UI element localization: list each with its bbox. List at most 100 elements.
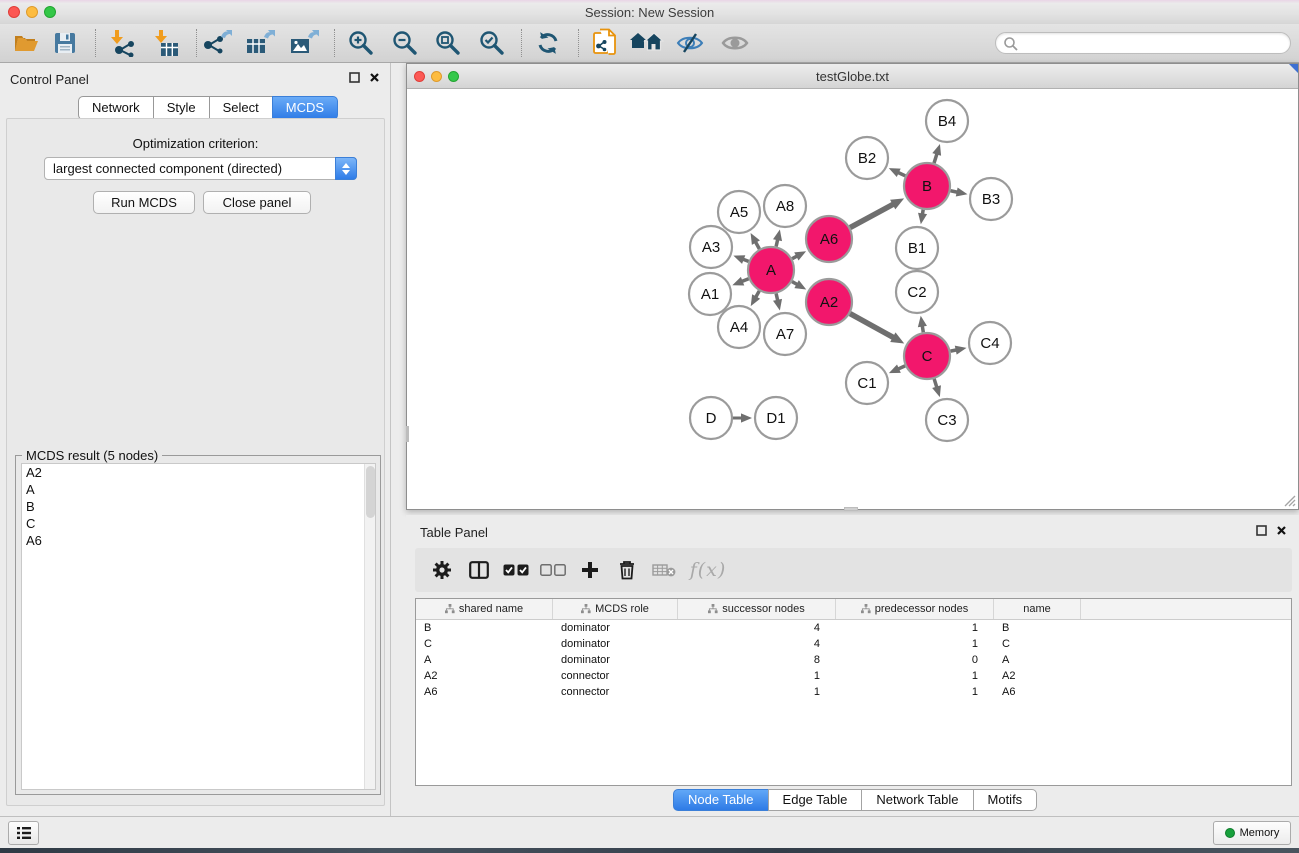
search-input[interactable]	[1022, 34, 1282, 52]
table-cell[interactable]: 0	[836, 652, 994, 668]
table-cell[interactable]: A	[416, 652, 553, 668]
table-cell[interactable]: connector	[553, 668, 678, 684]
save-session-icon[interactable]	[48, 27, 82, 59]
deselect-all-icon[interactable]	[534, 552, 571, 588]
criterion-dropdown[interactable]: largest connected component (directed)	[44, 157, 357, 180]
zoom-fit-icon[interactable]	[431, 27, 465, 59]
graph-edge[interactable]	[934, 153, 937, 163]
resize-grip-icon[interactable]	[1282, 493, 1296, 507]
tab-mcds[interactable]: MCDS	[272, 96, 338, 120]
close-panel-icon[interactable]	[1276, 525, 1287, 536]
table-cell[interactable]: B	[994, 620, 1081, 636]
task-history-button[interactable]	[8, 821, 39, 845]
table-cell[interactable]: B	[416, 620, 553, 636]
float-panel-icon[interactable]	[349, 72, 360, 83]
column-layout-icon[interactable]	[460, 552, 497, 588]
network-canvas[interactable]: B4B2BB3A5A8A6B1A3AA1C2A2A4A7C4CC1C3DD1	[407, 89, 1298, 509]
table-cell[interactable]: A2	[994, 668, 1081, 684]
tab-motifs[interactable]: Motifs	[973, 789, 1038, 811]
function-builder-icon[interactable]: f(x)	[682, 552, 734, 588]
delete-table-icon[interactable]	[645, 552, 682, 588]
column-header[interactable]: successor nodes	[678, 599, 836, 619]
select-all-icon[interactable]	[497, 552, 534, 588]
tab-select[interactable]: Select	[209, 96, 273, 120]
mcds-result-item[interactable]: C	[22, 515, 375, 532]
export-image-icon[interactable]	[287, 27, 321, 59]
delete-column-icon[interactable]	[608, 552, 645, 588]
graph-edge[interactable]	[898, 366, 905, 369]
memory-button[interactable]: Memory	[1213, 821, 1291, 845]
zoom-selected-icon[interactable]	[475, 27, 509, 59]
zoom-out-icon[interactable]	[388, 27, 422, 59]
table-cell[interactable]: C	[416, 636, 553, 652]
float-panel-icon[interactable]	[1256, 525, 1267, 536]
graph-edge[interactable]	[922, 326, 923, 333]
graph-edge[interactable]	[755, 242, 759, 249]
mcds-result-item[interactable]: A	[22, 481, 375, 498]
column-header[interactable]: predecessor nodes	[836, 599, 994, 619]
graph-edge[interactable]	[850, 204, 893, 228]
export-table-icon[interactable]	[243, 27, 277, 59]
tab-node-table[interactable]: Node Table	[673, 789, 769, 811]
mcds-result-item[interactable]: A6	[22, 532, 375, 549]
table-cell[interactable]: 8	[678, 652, 836, 668]
run-mcds-button[interactable]: Run MCDS	[93, 191, 195, 214]
tab-network-table[interactable]: Network Table	[861, 789, 973, 811]
scrollbar-thumb[interactable]	[366, 466, 375, 518]
zoom-in-icon[interactable]	[344, 27, 378, 59]
table-cell[interactable]: dominator	[553, 636, 678, 652]
open-session-icon[interactable]	[10, 27, 44, 59]
network-window-titlebar[interactable]: testGlobe.txt	[407, 64, 1298, 89]
divider-handle-left[interactable]	[406, 426, 409, 442]
graph-edge[interactable]	[742, 279, 749, 282]
home-icon[interactable]	[630, 27, 664, 59]
table-row[interactable]: Bdominator41B	[416, 620, 1291, 636]
close-panel-icon[interactable]	[369, 72, 380, 83]
export-network-icon[interactable]	[200, 27, 234, 59]
settings-gear-icon[interactable]	[423, 552, 460, 588]
table-cell[interactable]: A6	[416, 684, 553, 700]
table-cell[interactable]: 1	[678, 668, 836, 684]
column-header[interactable]: name	[994, 599, 1081, 619]
table-cell[interactable]: dominator	[553, 652, 678, 668]
table-cell[interactable]: C	[994, 636, 1081, 652]
table-row[interactable]: Adominator80A	[416, 652, 1291, 668]
table-cell[interactable]: dominator	[553, 620, 678, 636]
mcds-result-item[interactable]: B	[22, 498, 375, 515]
duplicate-network-icon[interactable]	[588, 27, 622, 59]
graph-edge[interactable]	[756, 291, 760, 297]
table-cell[interactable]: 1	[836, 636, 994, 652]
show-eye-icon[interactable]	[718, 27, 752, 59]
import-table-icon[interactable]	[148, 27, 182, 59]
column-header[interactable]: MCDS role	[553, 599, 678, 619]
table-cell[interactable]: 1	[836, 684, 994, 700]
tab-edge-table[interactable]: Edge Table	[768, 789, 863, 811]
graph-edge[interactable]	[850, 314, 894, 338]
table-cell[interactable]: 4	[678, 620, 836, 636]
table-cell[interactable]: A6	[994, 684, 1081, 700]
table-cell[interactable]: 1	[678, 684, 836, 700]
graph-edge[interactable]	[934, 379, 937, 388]
table-row[interactable]: Cdominator41C	[416, 636, 1291, 652]
graph-edge[interactable]	[776, 293, 778, 300]
tab-network[interactable]: Network	[78, 96, 154, 120]
import-network-icon[interactable]	[104, 27, 138, 59]
graph-edge[interactable]	[951, 191, 958, 192]
mcds-result-item[interactable]: A2	[22, 464, 375, 481]
scrollbar-track[interactable]	[364, 464, 375, 789]
add-column-icon[interactable]	[571, 552, 608, 588]
table-cell[interactable]: 4	[678, 636, 836, 652]
graph-edge[interactable]	[898, 172, 905, 175]
graph-edge[interactable]	[776, 239, 778, 246]
hide-eye-icon[interactable]	[673, 27, 707, 59]
tab-style[interactable]: Style	[153, 96, 210, 120]
table-cell[interactable]: 1	[836, 668, 994, 684]
table-row[interactable]: A6connector11A6	[416, 684, 1291, 700]
refresh-icon[interactable]	[531, 27, 565, 59]
close-panel-button[interactable]: Close panel	[203, 191, 311, 214]
table-cell[interactable]: A2	[416, 668, 553, 684]
divider-handle-bottom[interactable]	[844, 507, 858, 511]
table-cell[interactable]: 1	[836, 620, 994, 636]
table-row[interactable]: A2connector11A2	[416, 668, 1291, 684]
column-header[interactable]: shared name	[416, 599, 553, 619]
